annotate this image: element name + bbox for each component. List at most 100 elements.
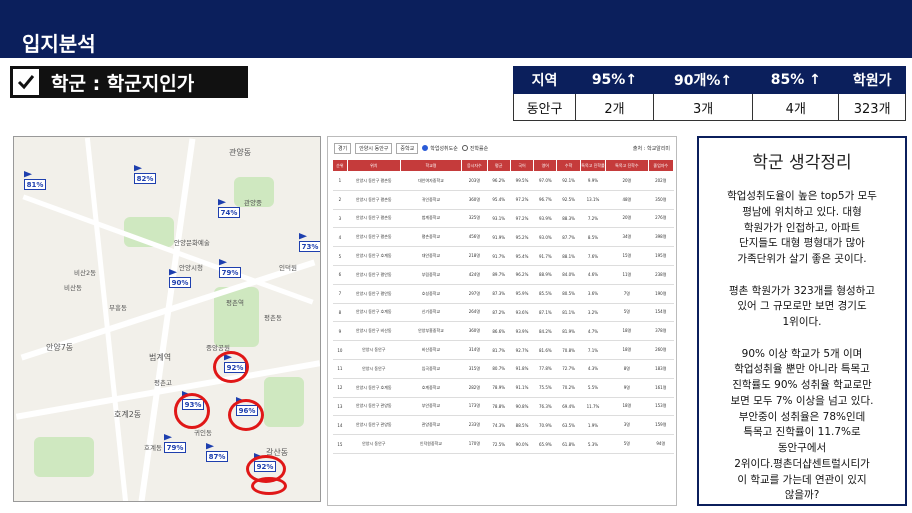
header-bar: 입지분석 <box>0 0 912 58</box>
school-table-row: 8 안양시 동안구 호계동 신기중학교 264명 87.2% 93.6% 87.1% 81.1… <box>332 303 674 323</box>
page-title: 입지분석 <box>22 32 96 56</box>
school-table-cell: 90.8% <box>510 397 534 417</box>
school-table-cell: 297명 <box>461 284 488 304</box>
stats-cell: 3개 <box>652 93 754 121</box>
school-table-cell: 95.9% <box>510 284 534 304</box>
school-table-row: 15 안양시 동안구 인덕원중학교 170명 72.5% 90.0% 65.9% 61.8% 5… <box>332 434 674 454</box>
school-table-cell: 97.0% <box>533 171 557 191</box>
highlight-circle <box>174 393 210 429</box>
school-table-row: 5 안양시 동안구 호계동 대안중학교 218명 91.7% 95.4% 91.7% 88.1… <box>332 246 674 266</box>
school-table-cell: 78.8% <box>487 397 511 417</box>
school-table-cell: 69.4% <box>556 397 581 417</box>
school-table-cell: 비산중학교 <box>400 340 462 360</box>
school-table-cell: 88.5% <box>510 415 534 436</box>
school-table-cell: 5.5% <box>580 378 606 398</box>
map-place-label: 평촌고 <box>154 379 172 387</box>
map-place-label: 평촌동 <box>264 314 282 322</box>
school-table-cell: 92.5% <box>556 190 581 210</box>
school-table-cell: 202명 <box>648 171 674 191</box>
school-table-cell: 15명 <box>605 246 649 266</box>
map-place-label: 범계역 <box>149 353 172 362</box>
sort-achievement-radio[interactable]: 학업성취도순 <box>422 145 458 152</box>
school-map: 관양동 범계역 평촌역 안양7동 호계2동 평촌동 비산동 부흥동 갈산동 귀인… <box>13 136 321 502</box>
section-subtitle: 학군 : 학군지인가 <box>10 66 248 98</box>
school-table-cell: 안양시 동안구 평촌동 <box>347 171 401 191</box>
school-table-cell: 61.8% <box>556 434 581 454</box>
school-table-cell: 154명 <box>648 303 674 323</box>
school-table-cell: 76.3% <box>533 397 557 417</box>
school-table-cell: 203명 <box>461 171 488 191</box>
school-table-cell: 84.2% <box>533 321 557 342</box>
school-table-cell: 96.2% <box>510 265 534 285</box>
school-table-cell: 74.3% <box>487 415 511 436</box>
school-table-cell: 안양시 동안구 <box>347 340 401 360</box>
stats-header-row: 지역 95%↑ 90개%↑ 85% ↑ 학원가 <box>512 66 906 94</box>
school-table-cell: 안양시 동안구 비산동 <box>347 321 401 342</box>
school-table-cell: 1 <box>332 171 348 191</box>
school-pin: 79% <box>164 442 186 453</box>
school-table-cell: 5명 <box>605 434 649 454</box>
school-table-cell: 안양시 동안구 호계동 <box>347 246 401 266</box>
school-table-cell: 대안여자중학교 <box>400 171 462 191</box>
school-table-cell: 11 <box>332 359 348 379</box>
school-table-cell: 임곡중학교 <box>400 359 462 379</box>
stats-cell: 323개 <box>838 93 906 121</box>
school-filter-toolbar: 경기 안양시 동안구 중학교 학업성취도순 진학률순 출처 : 학교알리미 <box>328 137 676 159</box>
school-table-cell: 호성중학교 <box>400 284 462 304</box>
highlight-circle <box>251 477 287 495</box>
school-table-cell: 91.7% <box>487 246 511 266</box>
school-table-cell: 6 <box>332 265 348 285</box>
school-table-cell: 87.3% <box>487 284 511 304</box>
school-table-cell: 13.1% <box>580 190 606 210</box>
school-pin: 87% <box>206 451 228 462</box>
school-table-cell: 97.2% <box>510 190 534 210</box>
level-select[interactable]: 중학교 <box>396 142 419 154</box>
school-table-cell: 18명 <box>605 340 649 360</box>
school-table-row: 1 안양시 동안구 평촌동 대안여자중학교 203명 96.2% 99.5% 97.0% 92… <box>332 171 674 191</box>
school-table-header-cell: 졸업자수 <box>647 159 675 172</box>
park-area <box>264 377 304 427</box>
school-table-cell: 91.1% <box>510 378 534 398</box>
school-table-header-cell: 수학 <box>556 159 581 172</box>
school-table-cell: 80.5% <box>556 284 581 304</box>
school-table-cell: 70.2% <box>556 378 581 398</box>
school-table-cell: 귀인중학교 <box>400 190 462 210</box>
school-table-cell: 안양시 동안구 평촌동 <box>347 227 401 248</box>
school-table-cell: 360명 <box>461 321 488 342</box>
school-table-cell: 75.5% <box>533 378 557 398</box>
school-table-cell: 안양시 동안구 <box>347 434 401 454</box>
school-table-row: 9 안양시 동안구 비산동 안양부흥중학교 360명 86.6% 93.9% 84.2% 81… <box>332 321 674 342</box>
school-table-cell: 218명 <box>461 246 488 266</box>
school-table-header-cell: 평균 <box>486 159 511 172</box>
school-table-cell: 3 <box>332 209 348 229</box>
stats-header-cell: 95%↑ <box>575 66 654 94</box>
school-table-cell: 인덕원중학교 <box>400 434 462 454</box>
school-table-cell: 378명 <box>648 321 674 342</box>
school-table-cell: 8 <box>332 303 348 323</box>
school-table-cell: 7.6% <box>580 246 606 266</box>
school-table-row: 13 안양시 동안구 관양동 부안중학교 173명 78.8% 90.8% 76.3% 69.… <box>332 397 674 417</box>
school-table-cell: 276명 <box>648 209 674 229</box>
school-table-header-cell: 특목고 진학수 <box>605 159 649 172</box>
school-table-cell: 부림중학교 <box>400 265 462 285</box>
school-table-cell: 161명 <box>648 378 674 398</box>
district-select[interactable]: 안양시 동안구 <box>355 142 393 154</box>
school-table-cell: 3.2% <box>580 303 606 323</box>
school-table-cell: 88.3% <box>556 209 581 229</box>
region-select[interactable]: 경기 <box>334 142 352 154</box>
checkmark-icon <box>13 69 39 95</box>
school-table-cell: 안양시 동안구 호계동 <box>347 378 401 398</box>
map-place-label: 호계동 <box>144 444 162 452</box>
school-table-cell: 안양부흥중학교 <box>400 321 462 342</box>
school-table-cell: 4.7% <box>580 321 606 342</box>
school-pin: 90% <box>169 277 191 288</box>
school-table-cell: 18명 <box>605 321 649 342</box>
school-table-cell: 72.7% <box>556 359 581 379</box>
sort-advancement-radio[interactable]: 진학률순 <box>461 145 488 152</box>
school-table-cell: 9명 <box>605 378 649 398</box>
school-table-cell: 7 <box>332 284 348 304</box>
school-table-cell: 95.4% <box>487 190 511 210</box>
school-table-cell: 456명 <box>461 227 488 248</box>
school-table-cell: 314명 <box>461 340 488 360</box>
map-place-label: 안양문화예술 <box>174 239 210 247</box>
